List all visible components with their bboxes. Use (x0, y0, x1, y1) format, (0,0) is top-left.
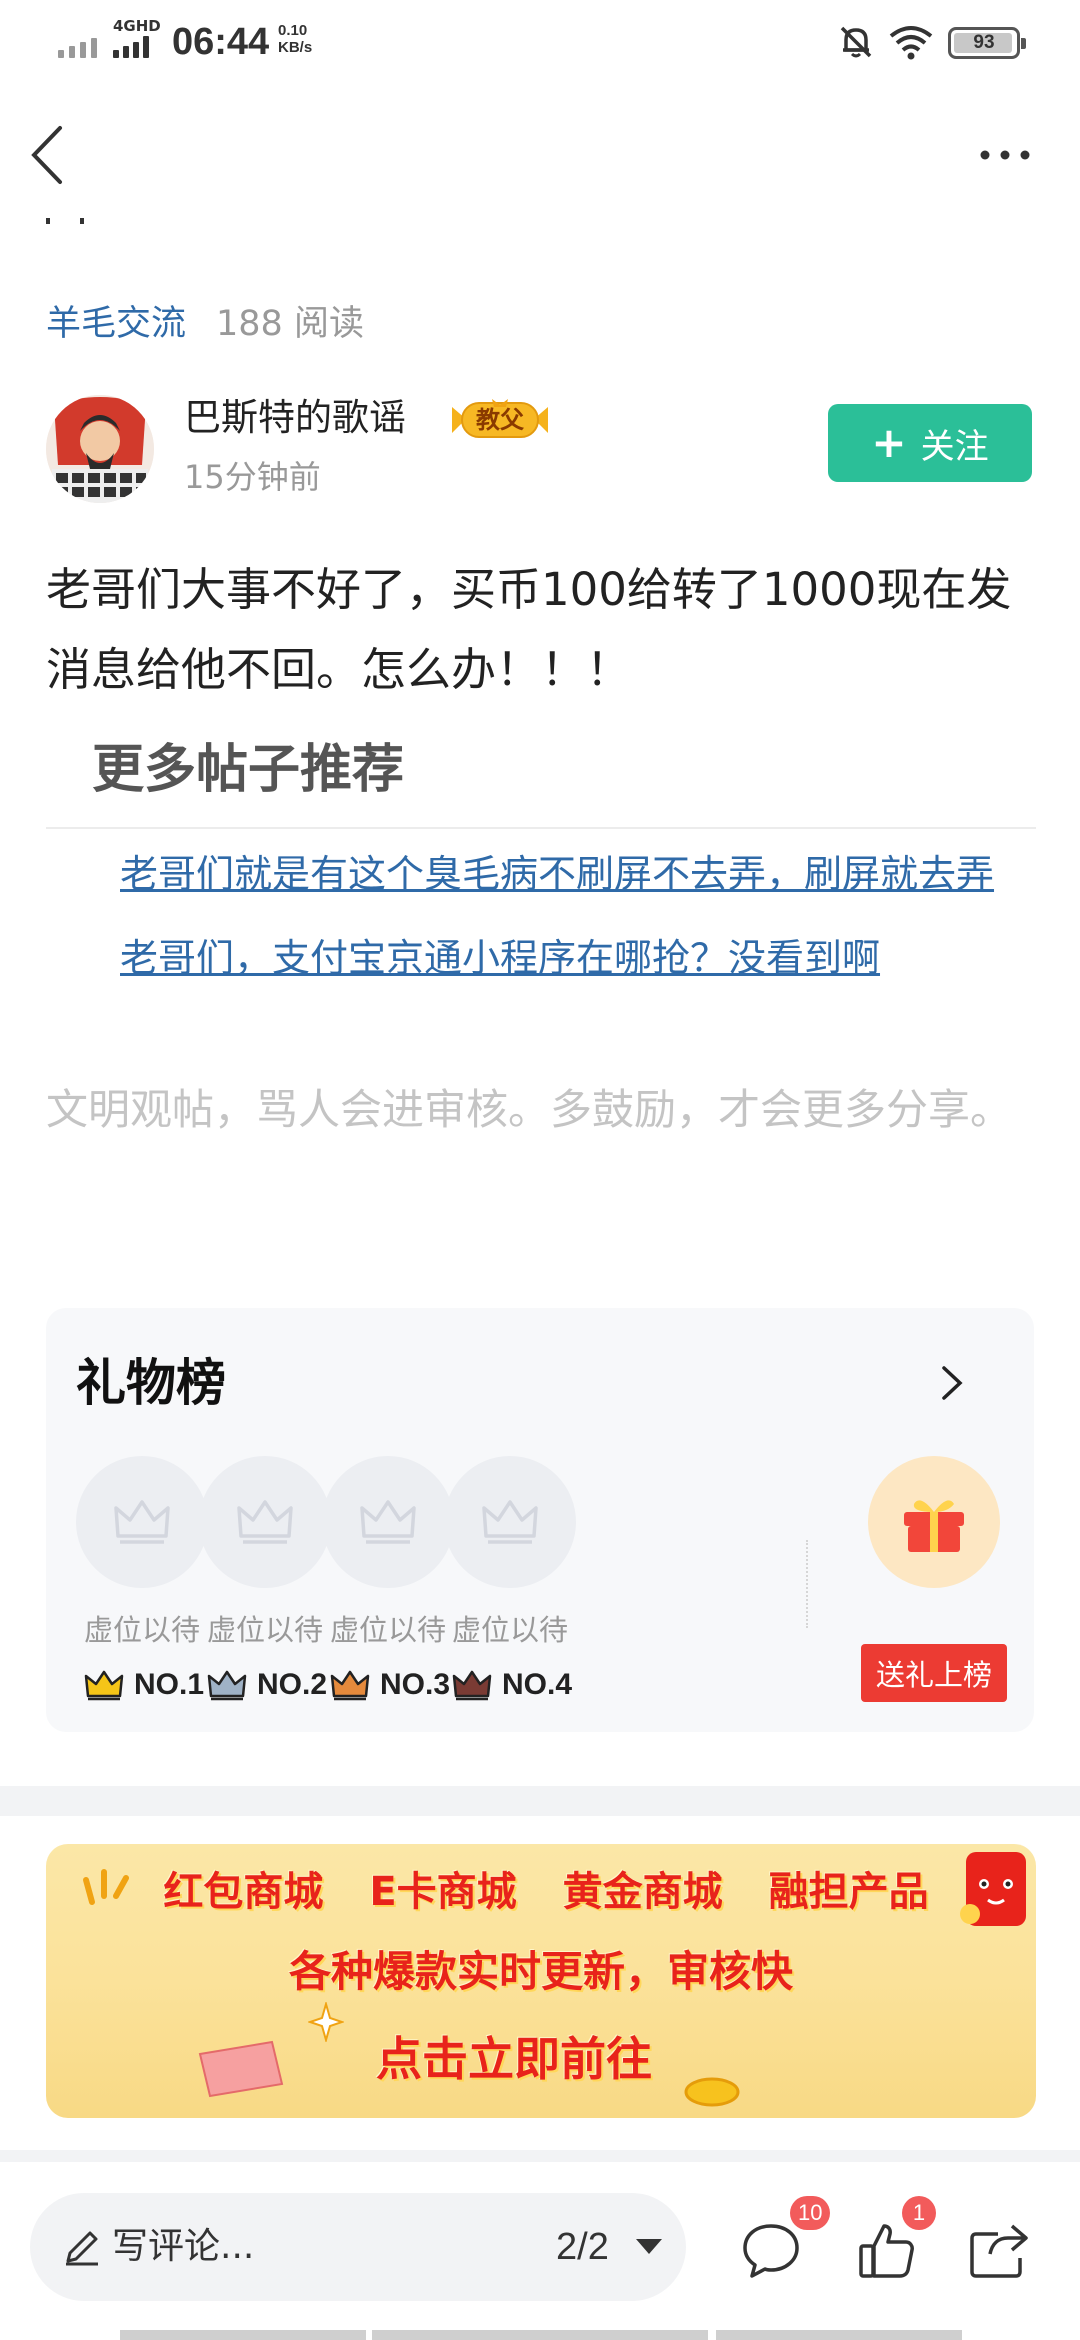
comment-placeholder: 写评论... (112, 2226, 255, 2267)
slot-label: 虚位以待 (451, 1613, 568, 1647)
comment-icon[interactable] (740, 2220, 802, 2280)
empty-crown-icon (199, 1456, 331, 1588)
leaderboard-slot[interactable]: 虚位以待 NO.2 (199, 1456, 335, 1702)
rank-label: NO.1 (134, 1668, 205, 1701)
divider (806, 1540, 808, 1628)
page-indicator[interactable]: 2/2 (556, 2221, 609, 2273)
star-sparkle-icon (308, 2002, 344, 2042)
bronze-crown-icon (330, 1670, 370, 1701)
banknote-icon (198, 2040, 284, 2098)
empty-crown-icon (76, 1456, 208, 1588)
author-title-badge: 教父 (448, 397, 552, 443)
cellular-signal-icon (113, 36, 149, 58)
follow-label: 关注 (920, 426, 989, 467)
comment-count-badge: 10 (790, 2196, 831, 2230)
gesture-bar (716, 2330, 962, 2340)
speed-unit: KB/s (278, 39, 313, 56)
wifi-icon (889, 26, 933, 60)
recommend-heading: 更多帖子推荐 (92, 740, 405, 800)
share-icon[interactable] (968, 2220, 1030, 2280)
chevron-down-icon[interactable] (636, 2239, 662, 2254)
empty-crown-icon (322, 1456, 454, 1588)
banner-category: 融担产品 (768, 1869, 929, 1915)
gesture-bar (120, 2330, 366, 2340)
dark-crown-icon (452, 1670, 492, 1701)
gift-board-title: 礼物榜 (76, 1354, 226, 1412)
follow-button[interactable]: + 关注 (828, 404, 1032, 482)
back-button[interactable] (24, 122, 74, 188)
recommended-post-link[interactable]: 老哥们，支付宝京通小程序在哪抢？没看到啊 (120, 930, 1000, 986)
slot-label: 虚位以待 (329, 1613, 446, 1647)
clock: 06:44 (172, 21, 270, 63)
banner-category: E卡商城 (369, 1869, 517, 1915)
slot-label: 虚位以待 (206, 1613, 323, 1647)
gift-leaderboard: 礼物榜 虚位以待 NO.1 虚位以待 NO.2 虚位以待 NO.3 虚位以待 N… (46, 1308, 1034, 1732)
rank-label: NO.2 (257, 1668, 328, 1701)
comment-input[interactable]: 写评论... 2/2 (30, 2193, 686, 2301)
post-meta: 羊毛交流 188 阅读 (46, 295, 364, 345)
pencil-icon (66, 2231, 98, 2266)
battery-icon: 93 (948, 27, 1026, 59)
avatar[interactable] (46, 395, 154, 503)
gold-crown-icon (84, 1670, 124, 1701)
gesture-bar (372, 2330, 708, 2340)
recommended-post-link[interactable]: 老哥们就是有这个臭毛病不刷屏不去弄，刷屏就去弄 (120, 846, 1000, 902)
red-envelope-mascot-icon (960, 1852, 1026, 1926)
badge-label: 教父 (476, 406, 524, 434)
nav-bar (0, 100, 1080, 210)
banner-cta[interactable]: 点击立即前往 (376, 2024, 652, 2094)
speed-value: 0.10 (278, 22, 308, 39)
send-gift-button[interactable]: 送礼上榜 (861, 1644, 1007, 1702)
section-separator (0, 1786, 1080, 1816)
battery-level: 93 (973, 32, 995, 53)
banner-subtitle: 各种爆款实时更新，审核快 (288, 1947, 793, 1996)
section-separator (0, 2150, 1080, 2162)
plus-icon: + (871, 418, 907, 467)
more-options-icon[interactable] (975, 140, 1035, 170)
gold-coin-icon (684, 2077, 740, 2107)
post-body: 老哥们大事不好了，买币100给转了1000现在发消息给他不回。怎么办！！！ (46, 563, 1012, 696)
author-name[interactable]: 巴斯特的歌谣 (184, 392, 406, 444)
leaderboard-slot[interactable]: 虚位以待 NO.4 (444, 1456, 580, 1702)
banner-categories: 红包商城 E卡商城 黄金商城 融担产品 (46, 1864, 1036, 1920)
chevron-right-icon[interactable] (932, 1358, 972, 1408)
status-bar: 4GHD 06:44 0.10 KB/s 93 (0, 0, 1080, 86)
category-link[interactable]: 羊毛交流 (46, 295, 186, 346)
leaderboard-slot[interactable]: 虚位以待 NO.1 (76, 1456, 212, 1702)
network-speed: 0.10 KB/s (278, 22, 312, 56)
signal-strength-icon (58, 22, 97, 58)
empty-crown-icon (444, 1456, 576, 1588)
leaderboard-slot[interactable]: 虚位以待 NO.3 (322, 1456, 458, 1702)
civility-notice: 文明观帖，骂人会进审核。多鼓励，才会更多分享。 (46, 1085, 1013, 1134)
read-count: 188 阅读 (216, 303, 364, 344)
network-type: 4GHD (113, 17, 161, 35)
banner-category: 黄金商城 (562, 1869, 723, 1915)
thumbs-up-icon[interactable] (856, 2220, 918, 2280)
rank-label: NO.4 (502, 1668, 573, 1701)
mute-bell-icon (840, 26, 872, 58)
slot-label: 虚位以待 (83, 1613, 200, 1647)
silver-crown-icon (207, 1670, 247, 1701)
banner-category: 红包商城 (163, 1869, 324, 1915)
post-time: 15分钟前 (184, 458, 321, 496)
divider (46, 827, 1036, 829)
clipped-title-fragment (46, 214, 86, 228)
like-count-badge: 1 (902, 2196, 936, 2230)
promo-banner[interactable]: 红包商城 E卡商城 黄金商城 融担产品 各种爆款实时更新，审核快 点击立即前往 (46, 1844, 1036, 2118)
gift-box-icon[interactable] (868, 1456, 1000, 1588)
rank-label: NO.3 (380, 1668, 451, 1701)
